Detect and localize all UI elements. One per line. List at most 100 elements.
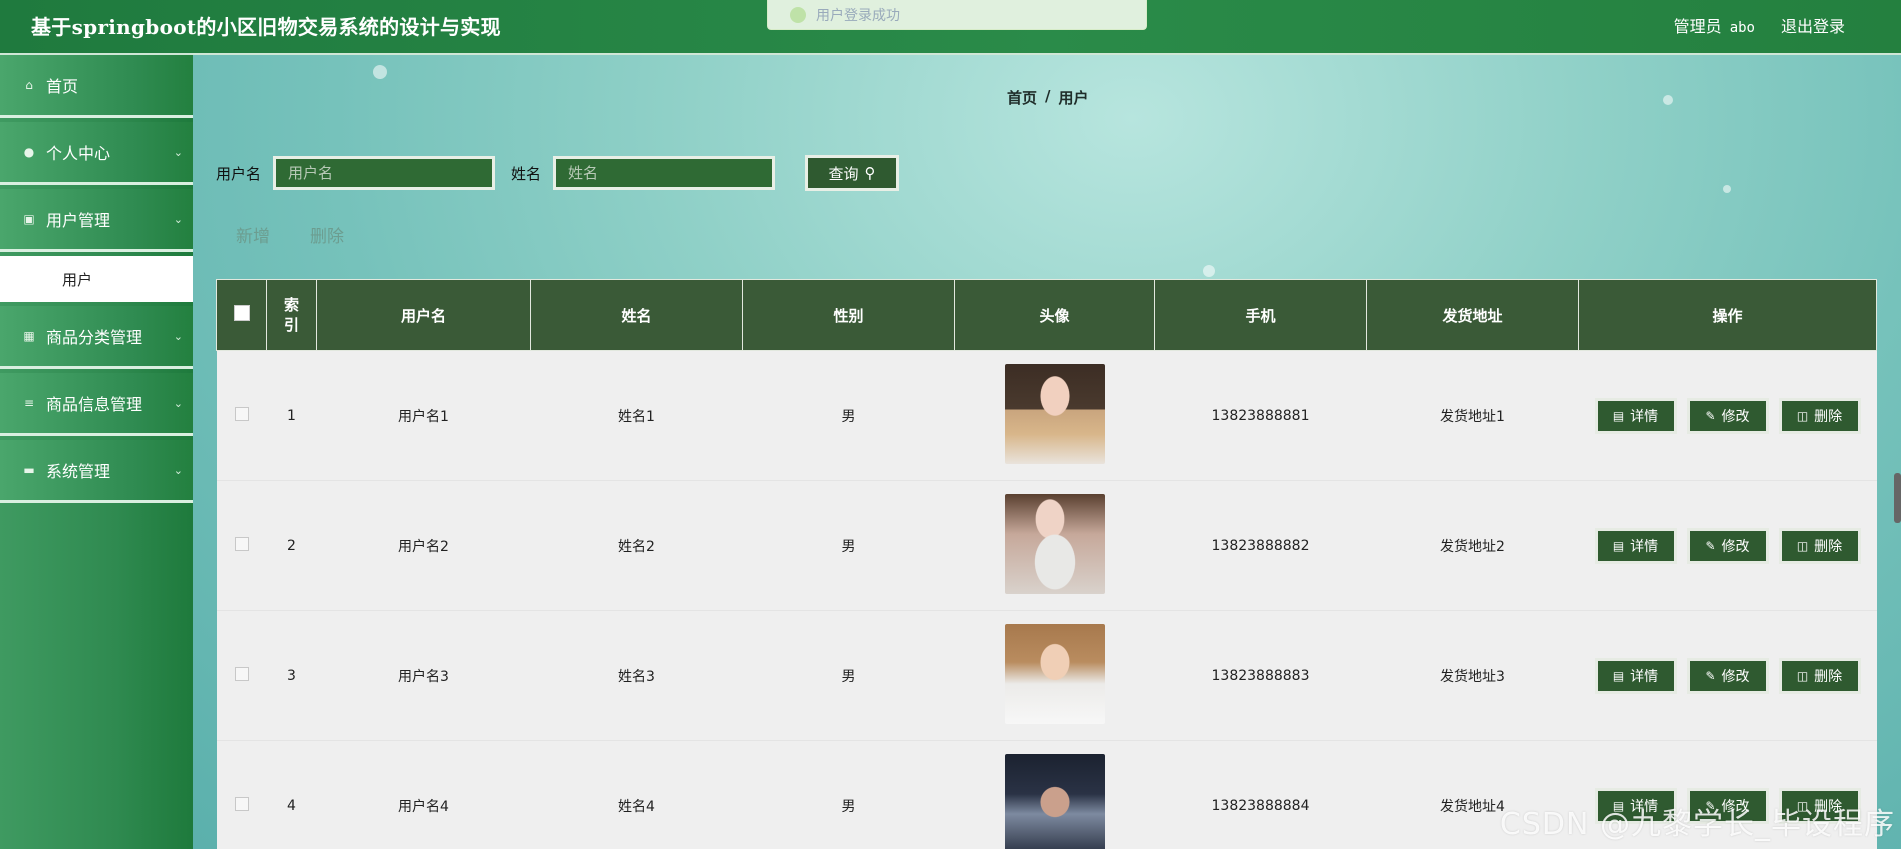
edit-label: 修改 xyxy=(1721,408,1750,425)
avatar xyxy=(1004,363,1105,464)
toast-message: 用户登录成功 xyxy=(767,0,1147,30)
breadcrumb-home[interactable]: 首页 xyxy=(1007,87,1037,108)
detail-button[interactable]: ▤ 详情 xyxy=(1594,657,1677,694)
sidebar-item-product-management[interactable]: ≡ 商品信息管理 ⌄ xyxy=(0,373,193,436)
action-bar: 新增 删除 xyxy=(236,222,344,247)
edit-button[interactable]: ✎ 修改 xyxy=(1686,657,1769,694)
cell-username: 用户名4 xyxy=(316,740,531,849)
row-checkbox[interactable] xyxy=(234,406,249,421)
detail-button[interactable]: ▤ 详情 xyxy=(1594,527,1677,564)
sidebar-item-label: 个人中心 xyxy=(46,144,111,163)
search-icon: ⚲ xyxy=(864,164,876,182)
cell-gender: 男 xyxy=(742,350,955,481)
grid-icon: ▦ xyxy=(23,329,35,343)
pencil-icon: ✎ xyxy=(1705,408,1716,423)
monitor-icon: ▬ xyxy=(23,463,35,477)
batch-delete-button[interactable]: 删除 xyxy=(310,222,344,247)
pencil-icon: ✎ xyxy=(1705,668,1716,683)
cell-username: 用户名3 xyxy=(316,610,531,741)
row-checkbox[interactable] xyxy=(234,536,249,551)
delete-button[interactable]: ◫ 删除 xyxy=(1778,657,1861,694)
name-label: 姓名 xyxy=(511,164,542,183)
sidebar-item-system-management[interactable]: ▬ 系统管理 ⌄ xyxy=(0,440,193,503)
detail-button[interactable]: ▤ 详情 xyxy=(1594,397,1677,434)
delete-button[interactable]: ◫ 删除 xyxy=(1778,397,1861,434)
chevron-down-icon: ⌄ xyxy=(173,464,183,477)
detail-label: 详情 xyxy=(1630,538,1659,555)
sidebar-item-category-management[interactable]: ▦ 商品分类管理 ⌄ xyxy=(0,306,193,369)
cell-phone: 13823888884 xyxy=(1154,740,1367,849)
username-search-input[interactable] xyxy=(273,156,496,190)
trash-icon: ◫ xyxy=(1796,408,1809,423)
select-all-checkbox[interactable] xyxy=(233,305,250,321)
scrollbar-thumb[interactable] xyxy=(1894,473,1901,523)
column-header: 姓名 xyxy=(530,279,743,351)
chevron-down-icon: ⌄ xyxy=(173,397,183,410)
cell-address: 发货地址2 xyxy=(1366,480,1579,611)
cell-name: 姓名2 xyxy=(530,480,743,611)
top-right-area: 管理员 abo 退出登录 xyxy=(1674,13,1845,37)
sidebar-item-home[interactable]: ⌂ 首页 xyxy=(0,55,193,118)
background-sparkle xyxy=(1723,185,1731,193)
users-table: 索引 用户名 姓名 性别 头像 手机 发货地址 操作 1 用户名1 姓名1 男 xyxy=(216,279,1877,849)
cell-gender: 男 xyxy=(742,480,955,611)
row-checkbox[interactable] xyxy=(234,796,249,811)
column-header: 用户名 xyxy=(316,279,531,351)
detail-label: 详情 xyxy=(1630,668,1659,685)
top-bar: 基于springboot的小区旧物交易系统的设计与实现 用户登录成功 管理员 a… xyxy=(0,0,1901,55)
sidebar-item-label: 用户管理 xyxy=(46,211,111,230)
background-sparkle xyxy=(373,65,387,79)
table-header-row: 索引 用户名 姓名 性别 头像 手机 发货地址 操作 xyxy=(216,279,1877,351)
delete-label: 删除 xyxy=(1814,408,1843,425)
search-bar: 用户名 姓名 查询 ⚲ xyxy=(216,155,900,191)
row-checkbox[interactable] xyxy=(234,666,249,681)
avatar xyxy=(1004,623,1105,724)
toast-text: 用户登录成功 xyxy=(816,7,900,24)
cell-username: 用户名2 xyxy=(316,480,531,611)
home-icon: ⌂ xyxy=(25,78,33,92)
cell-index: 3 xyxy=(266,610,317,741)
column-header: 性别 xyxy=(742,279,955,351)
name-search-input[interactable] xyxy=(553,156,776,190)
document-icon: ▤ xyxy=(1612,408,1625,423)
query-button-label: 查询 xyxy=(828,164,859,183)
sidebar-item-personal[interactable]: ● 个人中心 ⌄ xyxy=(0,122,193,185)
cell-phone: 13823888882 xyxy=(1154,480,1367,611)
breadcrumb-current: 用户 xyxy=(1058,89,1089,107)
cell-phone: 13823888883 xyxy=(1154,610,1367,741)
query-button[interactable]: 查询 ⚲ xyxy=(805,155,900,191)
cell-name: 姓名1 xyxy=(530,350,743,481)
user-icon: ● xyxy=(23,145,35,159)
cell-index: 4 xyxy=(266,740,317,849)
document-icon: ▤ xyxy=(1612,538,1625,553)
edit-button[interactable]: ✎ 修改 xyxy=(1686,397,1769,434)
avatar xyxy=(1004,493,1105,594)
cell-address: 发货地址3 xyxy=(1366,610,1579,741)
app-title: 基于springboot的小区旧物交易系统的设计与实现 xyxy=(31,15,501,39)
chevron-down-icon: ⌄ xyxy=(173,146,183,159)
trash-icon: ◫ xyxy=(1796,668,1809,683)
cell-name: 姓名3 xyxy=(530,610,743,741)
sidebar-item-user-management[interactable]: ▣ 用户管理 ⌄ xyxy=(0,189,193,252)
cell-username: 用户名1 xyxy=(316,350,531,481)
select-all-header[interactable] xyxy=(216,279,267,351)
users-icon: ▣ xyxy=(23,212,35,226)
sidebar-item-label: 首页 xyxy=(46,77,79,96)
logout-link[interactable]: 退出登录 xyxy=(1781,13,1845,37)
chevron-down-icon: ⌄ xyxy=(173,213,183,226)
pencil-icon: ✎ xyxy=(1705,538,1716,553)
edit-label: 修改 xyxy=(1721,538,1750,555)
edit-label: 修改 xyxy=(1721,668,1750,685)
column-header: 操作 xyxy=(1578,279,1877,351)
add-button[interactable]: 新增 xyxy=(236,222,270,247)
delete-button[interactable]: ◫ 删除 xyxy=(1778,527,1861,564)
sidebar-item-label: 系统管理 xyxy=(46,462,111,481)
chevron-down-icon: ⌄ xyxy=(173,330,183,343)
edit-button[interactable]: ✎ 修改 xyxy=(1686,527,1769,564)
cell-name: 姓名4 xyxy=(530,740,743,849)
sidebar-subitem-users[interactable]: 用户 xyxy=(0,256,193,302)
current-user: 管理员 abo xyxy=(1674,13,1755,37)
detail-label: 详情 xyxy=(1630,408,1659,425)
background-sparkle xyxy=(1203,265,1215,277)
user-role: 管理员 xyxy=(1673,17,1722,36)
